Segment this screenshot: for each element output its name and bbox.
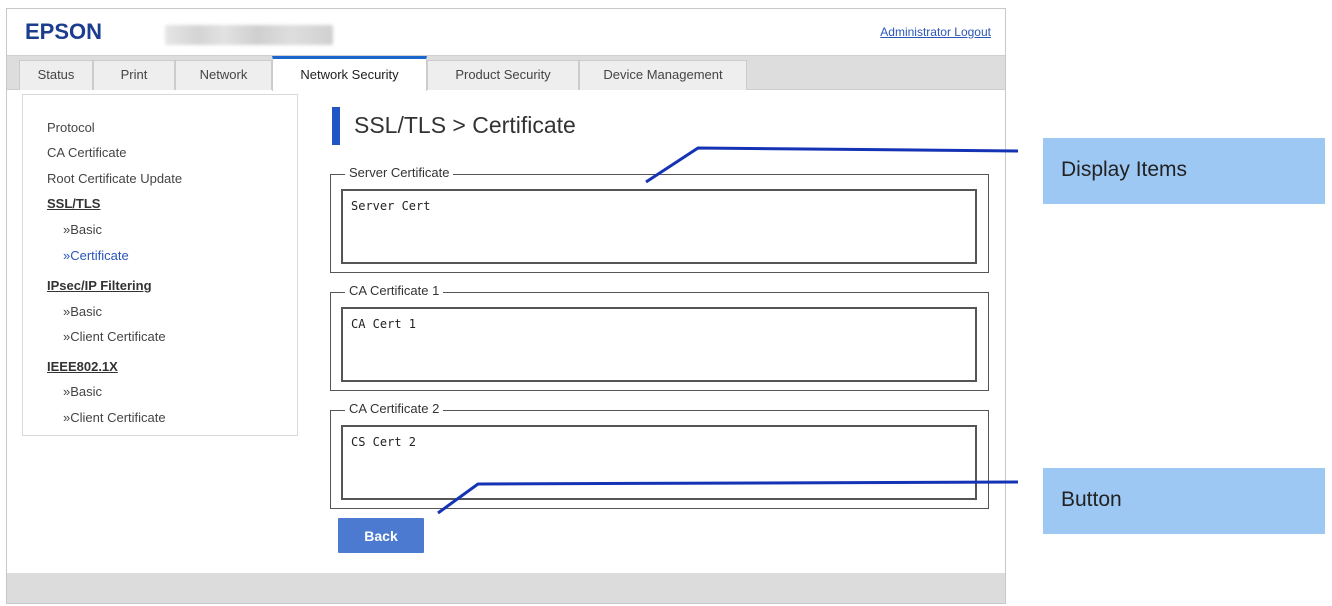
epson-logo: EPSON <box>25 19 103 44</box>
ca-certificate-1-display: CA Cert 1 <box>341 307 977 382</box>
administrator-logout-link[interactable]: Administrator Logout <box>880 25 991 39</box>
sidebar-item-ieee-basic[interactable]: »Basic <box>63 384 102 399</box>
sidebar-item-root-certificate-update[interactable]: Root Certificate Update <box>47 171 182 186</box>
main-tab-bar: Status Print Network Network Security Pr… <box>7 55 1005 91</box>
header-bar: EPSON Administrator Logout <box>7 9 1005 55</box>
ca-certificate-2-display: CS Cert 2 <box>341 425 977 500</box>
ca-certificate-2-group: CA Certificate 2 CS Cert 2 <box>330 401 989 509</box>
back-button[interactable]: Back <box>338 518 424 553</box>
ca-certificate-1-legend: CA Certificate 1 <box>345 283 444 298</box>
blurred-device-name <box>165 25 333 45</box>
sidebar-group-ieee8021x[interactable]: IEEE802.1X <box>47 359 118 374</box>
tab-network-security[interactable]: Network Security <box>272 56 427 91</box>
footer-bar <box>7 573 1005 603</box>
server-certificate-legend: Server Certificate <box>345 165 454 180</box>
ca-certificate-1-group: CA Certificate 1 CA Cert 1 <box>330 283 989 391</box>
sidebar-item-protocol[interactable]: Protocol <box>47 120 95 135</box>
tab-product-security[interactable]: Product Security <box>427 60 579 90</box>
sidebar-group-ipsec-ip-filtering[interactable]: IPsec/IP Filtering <box>47 278 152 293</box>
tab-network[interactable]: Network <box>175 60 272 90</box>
sidebar-item-ieee-client-certificate[interactable]: »Client Certificate <box>63 410 166 425</box>
sidebar-item-ssl-basic[interactable]: »Basic <box>63 222 102 237</box>
sidebar-group-ssl-tls[interactable]: SSL/TLS <box>47 196 100 211</box>
callout-display-items: Display Items <box>1043 138 1325 204</box>
sidebar-item-ssl-certificate[interactable]: »Certificate <box>63 248 129 263</box>
sidebar-nav: Protocol CA Certificate Root Certificate… <box>22 94 298 436</box>
tab-print[interactable]: Print <box>93 60 175 90</box>
server-certificate-display: Server Cert <box>341 189 977 264</box>
sidebar-item-ca-certificate[interactable]: CA Certificate <box>47 145 126 160</box>
page-title: SSL/TLS > Certificate <box>354 112 576 138</box>
sidebar-item-ipsec-client-certificate[interactable]: »Client Certificate <box>63 329 166 344</box>
tab-status[interactable]: Status <box>19 60 93 90</box>
ca-certificate-2-legend: CA Certificate 2 <box>345 401 444 416</box>
tab-device-management[interactable]: Device Management <box>579 60 747 90</box>
callout-button: Button <box>1043 468 1325 534</box>
sidebar-item-ipsec-basic[interactable]: »Basic <box>63 304 102 319</box>
server-certificate-group: Server Certificate Server Cert <box>330 165 989 273</box>
title-accent-bar <box>332 107 340 145</box>
